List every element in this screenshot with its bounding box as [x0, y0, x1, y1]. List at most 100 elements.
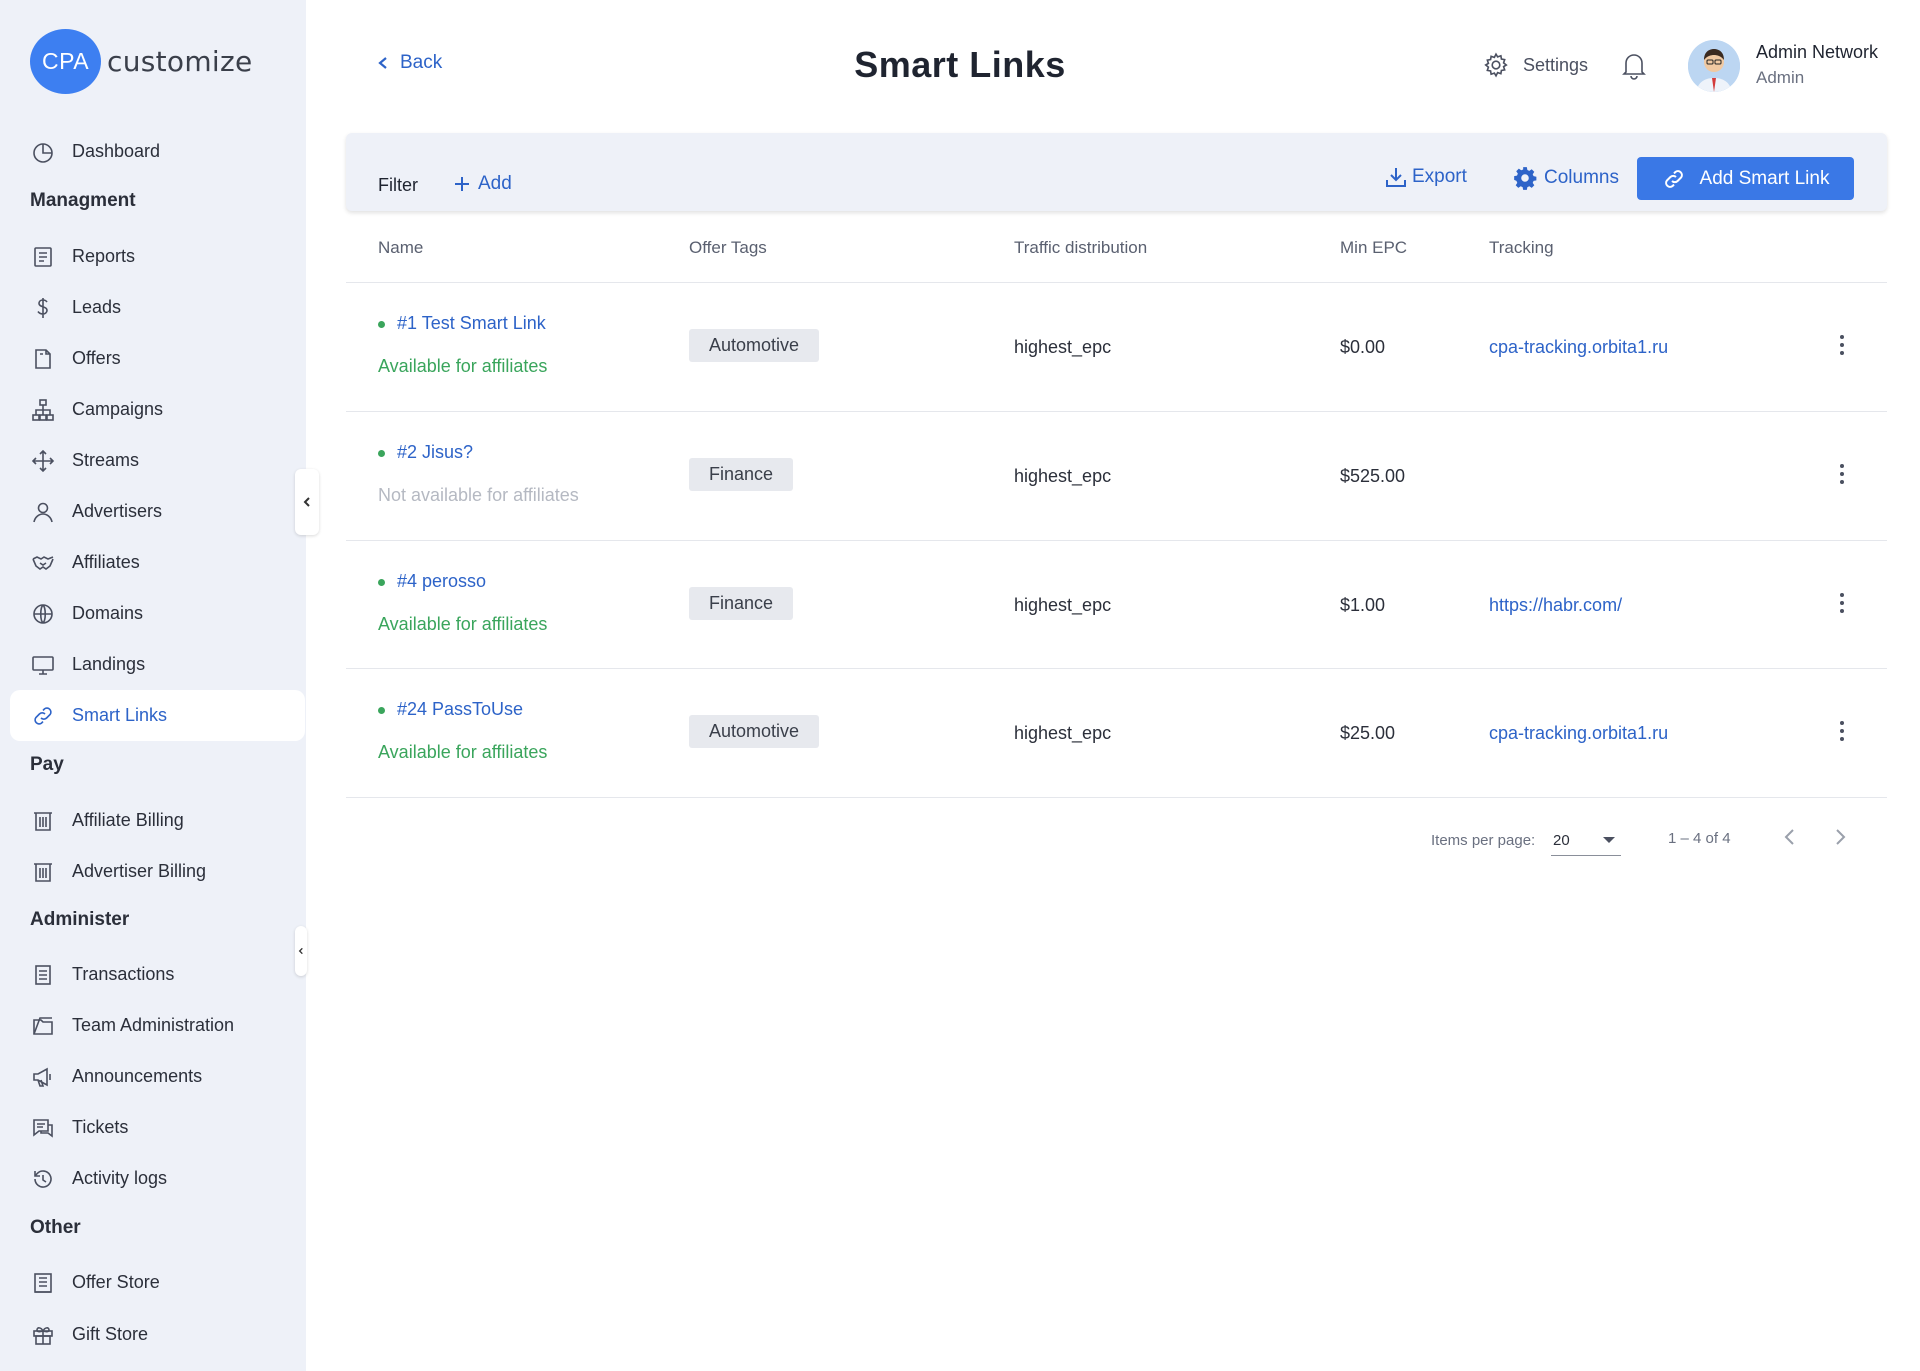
sidebar-item-streams[interactable]: Streams	[10, 435, 305, 486]
sidebar-item-activity-logs[interactable]: Activity logs	[10, 1153, 305, 1204]
smart-link-name[interactable]: #24 PassToUse	[397, 699, 523, 720]
bell-icon	[1622, 54, 1646, 80]
notifications-button[interactable]	[1620, 50, 1648, 85]
smart-link-name[interactable]: #2 Jisus?	[397, 442, 473, 463]
smart-link-name[interactable]: #4 perosso	[397, 571, 486, 592]
items-per-page-label: Items per page:	[1431, 832, 1536, 849]
table-row: #24 PassToUse Available for affiliates A…	[346, 669, 1887, 797]
user-name: Admin Network	[1756, 42, 1879, 62]
sidebar-item-advertiser-billing[interactable]: Advertiser Billing	[10, 846, 305, 897]
sidebar-item-offers[interactable]: Offers	[10, 333, 305, 384]
sidebar-item-affiliates[interactable]: Affiliates	[10, 537, 305, 588]
min-epc: $25.00	[1340, 723, 1396, 743]
column-header-offer-tags[interactable]: Offer Tags	[689, 238, 767, 258]
sidebar-item-label: Tickets	[72, 1117, 129, 1137]
avatar[interactable]	[1688, 40, 1740, 92]
sidebar-item-label: Gift Store	[72, 1324, 149, 1344]
sidebar-item-transactions[interactable]: Transactions	[10, 949, 305, 1000]
tracking-link[interactable]: https://habr.com/	[1489, 595, 1622, 616]
status-dot	[378, 321, 385, 328]
tracking-link[interactable]: cpa-tracking.orbita1.ru	[1489, 723, 1668, 744]
export-label: Export	[1412, 166, 1467, 187]
handshake-icon	[30, 550, 56, 576]
add-filter-button[interactable]: Add	[452, 173, 512, 195]
sidebar-item-reports[interactable]: Reports	[10, 231, 305, 282]
chevron-left-icon	[378, 57, 387, 69]
column-header-traffic-distribution[interactable]: Traffic distribution	[1014, 238, 1147, 258]
add-smart-link-button[interactable]: Add Smart Link	[1637, 157, 1854, 200]
settings-button[interactable]: Settings	[1483, 52, 1588, 78]
sidebar-resize-handle[interactable]	[295, 926, 307, 976]
min-epc: $525.00	[1340, 466, 1406, 486]
sidebar-item-label: Affiliate Billing	[72, 810, 184, 830]
export-button[interactable]: Export	[1384, 165, 1467, 189]
gear-icon	[1514, 167, 1537, 190]
sidebar-item-label: Announcements	[72, 1066, 203, 1086]
row-menu-button[interactable]	[1832, 717, 1852, 745]
sidebar-item-tickets[interactable]: Tickets	[10, 1102, 305, 1153]
column-header-name[interactable]: Name	[378, 238, 423, 258]
folder-icon	[30, 1013, 56, 1039]
columns-button[interactable]: Columns	[1512, 165, 1619, 191]
sidebar-item-advertisers[interactable]: Advertisers	[10, 486, 305, 537]
gear-icon	[1484, 52, 1508, 78]
sidebar-item-dashboard[interactable]: Dashboard	[10, 126, 305, 177]
more-vertical-icon	[1840, 464, 1844, 468]
sidebar-item-campaigns[interactable]: Campaigns	[10, 384, 305, 435]
offer-tag: Automotive	[689, 329, 820, 362]
sidebar-item-domains[interactable]: Domains	[10, 588, 305, 639]
traffic-distribution: highest_epc	[1014, 723, 1112, 743]
dashboard-icon	[30, 139, 56, 165]
reports-icon	[30, 244, 56, 270]
column-header-tracking[interactable]: Tracking	[1489, 238, 1554, 258]
tracking-link[interactable]: cpa-tracking.orbita1.ru	[1489, 337, 1668, 358]
sidebar-item-gift-store[interactable]: Gift Store	[10, 1309, 305, 1360]
row-menu-button[interactable]	[1832, 589, 1852, 617]
status-dot	[378, 707, 385, 714]
sidebar-item-announcements[interactable]: Announcements	[10, 1051, 305, 1102]
sidebar-collapse-toggle[interactable]	[295, 469, 319, 535]
sidebar-item-affiliate-billing[interactable]: Affiliate Billing	[10, 795, 305, 846]
more-vertical-icon	[1840, 593, 1844, 597]
billing-icon	[30, 808, 56, 834]
sidebar-item-label: Streams	[72, 450, 140, 470]
sidebar-item-landings[interactable]: Landings	[10, 639, 305, 690]
download-icon	[1386, 168, 1406, 187]
items-per-page-select[interactable]: 20	[1551, 824, 1621, 856]
column-header-min-epc[interactable]: Min EPC	[1340, 238, 1407, 258]
back-button[interactable]: Back	[376, 52, 442, 74]
pagination-range: 1 – 4 of 4	[1668, 830, 1731, 847]
move-arrows-icon	[30, 448, 56, 474]
user-role: Admin	[1756, 68, 1805, 87]
chevron-left-icon	[303, 497, 310, 507]
sidebar-item-label: Offers	[72, 348, 121, 368]
row-menu-button[interactable]	[1832, 460, 1852, 488]
offer-tag: Finance	[689, 458, 794, 491]
table-row: #2 Jisus? Not available for affiliates F…	[346, 412, 1887, 540]
next-page-button[interactable]	[1829, 826, 1853, 850]
gift-icon	[30, 1322, 56, 1348]
sidebar-item-label: Leads	[72, 297, 122, 317]
offer-tag: Finance	[689, 587, 794, 620]
previous-page-button[interactable]	[1779, 826, 1803, 850]
row-menu-button[interactable]	[1832, 331, 1852, 359]
add-filter-label: Add	[478, 173, 512, 194]
sidebar-item-smart-links[interactable]: Smart Links	[10, 690, 305, 741]
chevron-left-icon	[1784, 829, 1794, 845]
sidebar-item-label: Activity logs	[72, 1168, 168, 1188]
columns-label: Columns	[1544, 167, 1619, 188]
sidebar-item-team-administration[interactable]: Team Administration	[10, 1000, 305, 1051]
logo[interactable]: CPA customize	[30, 29, 253, 94]
sidebar: CPA customize Dashboard Managment Report…	[0, 0, 306, 1371]
receipt-icon	[30, 962, 56, 988]
traffic-distribution: highest_epc	[1014, 466, 1112, 486]
dollar-icon	[30, 295, 56, 321]
plus-icon	[455, 177, 469, 191]
filter-label: Filter	[378, 175, 418, 195]
smart-link-name[interactable]: #1 Test Smart Link	[397, 313, 546, 334]
sidebar-item-offer-store[interactable]: Offer Store	[10, 1257, 305, 1308]
logo-text: customize	[107, 45, 253, 78]
sidebar-item-leads[interactable]: Leads	[10, 282, 305, 333]
back-label: Back	[400, 52, 443, 73]
status-dot	[378, 450, 385, 457]
